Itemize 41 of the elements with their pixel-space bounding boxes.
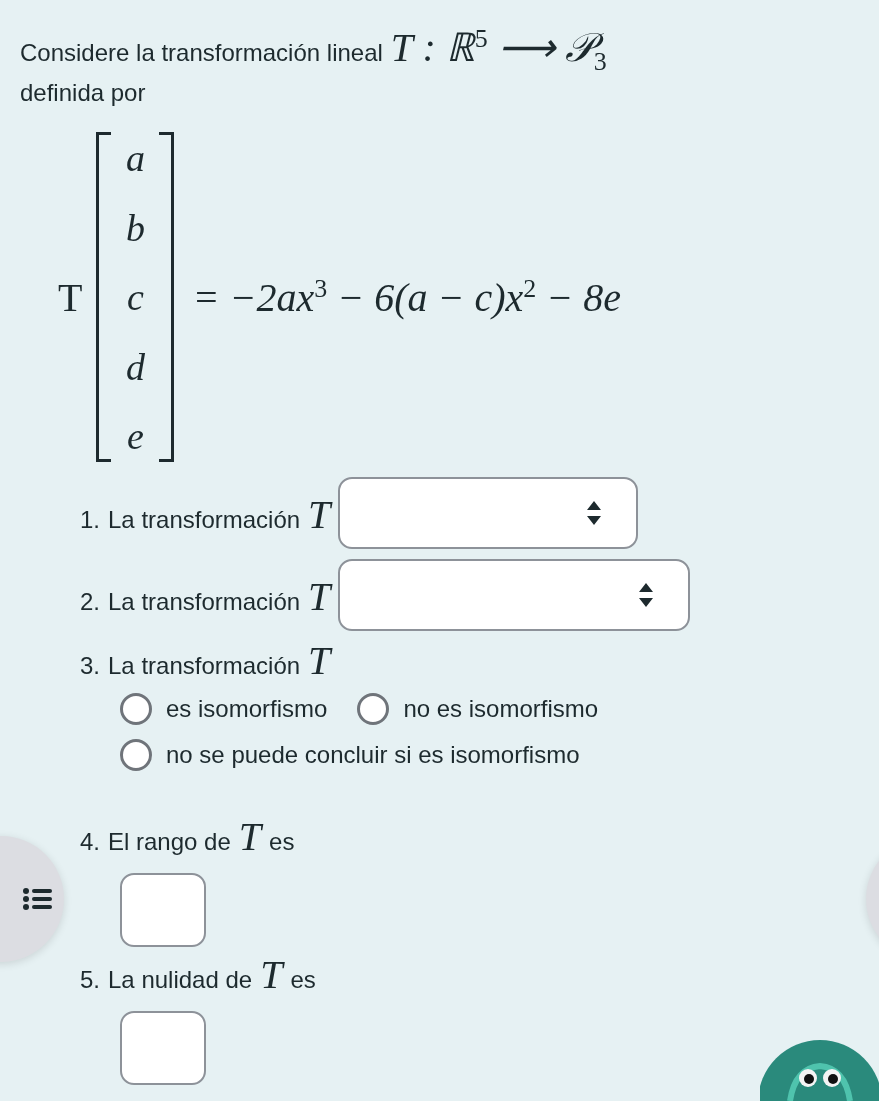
matrix-entry: c (127, 275, 144, 320)
option-label: es isomorfismo (166, 695, 328, 724)
math-symbol: T (58, 273, 83, 321)
question-number: 5. (80, 966, 100, 995)
math-symbol: T (308, 495, 331, 536)
math-expression: = −2ax$^{3}$ − 6(a − c)x$^{2}$ − 8e (192, 273, 622, 321)
mascot-drawing[interactable] (760, 1038, 879, 1101)
up-down-caret-icon (638, 582, 655, 609)
up-down-caret-icon (586, 500, 603, 527)
question-number: 1. (80, 506, 100, 535)
math-expression: T : ℝ$^{5}$ ⟶ 𝒫$_{3}$ (390, 26, 607, 76)
matrix-entry: a (125, 136, 145, 181)
answer-box[interactable] (120, 873, 206, 948)
matrix-entry: b (125, 205, 145, 250)
question-text: La transformación (108, 652, 301, 681)
radio-button[interactable] (357, 693, 390, 726)
dropdown-select[interactable] (338, 477, 639, 550)
question-number: 2. (80, 588, 100, 617)
question-number: 3. (80, 652, 100, 681)
question-number: 4. (80, 828, 100, 857)
matrix-entry: e (127, 414, 144, 459)
dropdown-select[interactable] (338, 559, 691, 632)
question-text: es (290, 966, 316, 995)
option-label: no se puede concluir si es isomorfismo (166, 741, 580, 770)
matrix-entry: d (125, 344, 145, 389)
intro-text: definida por (20, 79, 147, 108)
radio-button[interactable] (120, 693, 152, 726)
question-text: La transformación (108, 588, 301, 617)
question-text: es (269, 828, 295, 857)
option-label: no es isomorfismo (403, 695, 599, 724)
math-symbol: T (238, 817, 262, 858)
question-text: La transformación (108, 506, 301, 535)
radio-button[interactable] (120, 739, 152, 772)
question-text: La nulidad de (108, 966, 253, 995)
math-symbol: T (260, 955, 283, 996)
answer-box[interactable] (120, 1011, 206, 1086)
math-symbol: T (308, 641, 331, 682)
intro-text: Considere la transformación lineal (20, 39, 383, 68)
math-symbol: T (308, 577, 331, 618)
list-icon (22, 887, 54, 911)
question-text: El rango de (108, 828, 231, 857)
